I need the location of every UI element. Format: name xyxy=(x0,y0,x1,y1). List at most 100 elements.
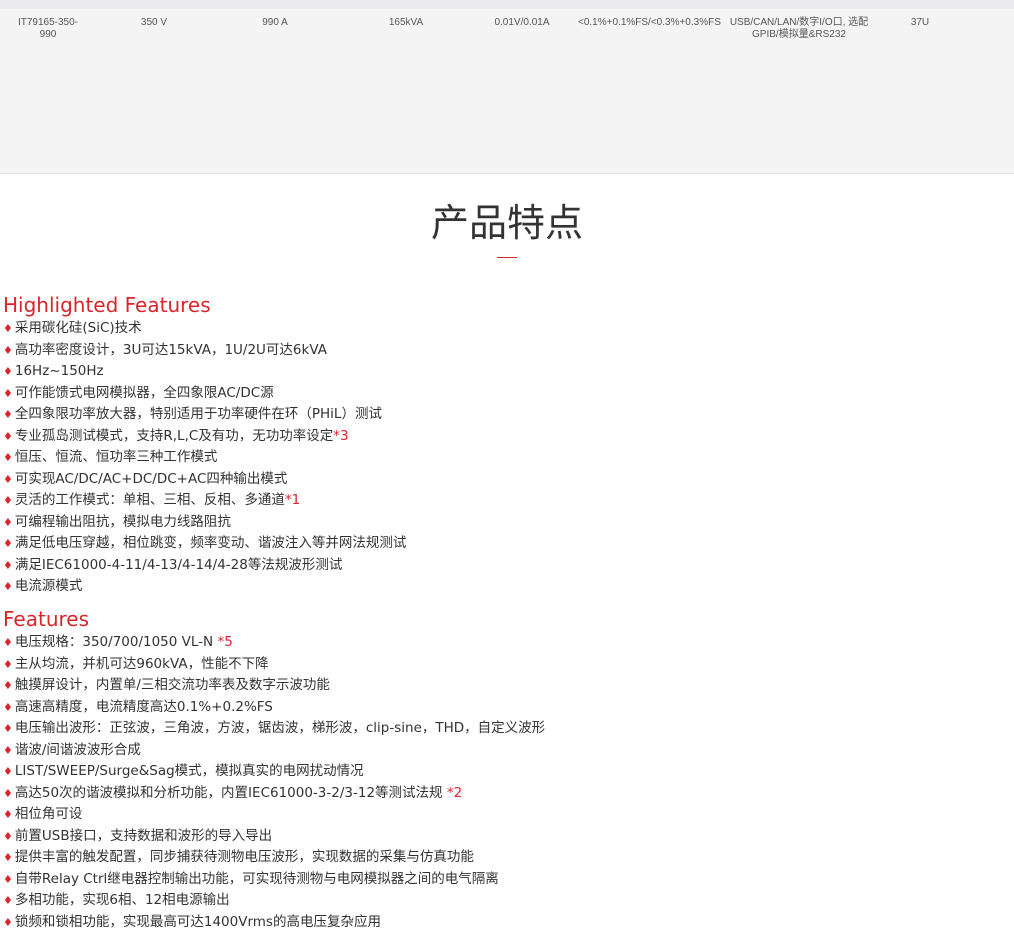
diamond-bullet-icon: ♦ xyxy=(3,473,13,486)
list-item-text: 触摸屏设计，内置单/三相交流功率表及数字示波功能 xyxy=(15,677,330,693)
list-item-text: 电流源模式 xyxy=(15,578,83,594)
diamond-bullet-icon: ♦ xyxy=(3,722,13,735)
list-item: ♦前置USB接口，支持数据和波形的导入导出 xyxy=(3,826,545,848)
diamond-bullet-icon: ♦ xyxy=(3,787,13,800)
list-item: ♦谐波/间谐波波形合成 xyxy=(3,740,545,762)
diamond-bullet-icon: ♦ xyxy=(3,408,13,421)
list-item: ♦可实现AC/DC/AC+DC/DC+AC四种输出模式 xyxy=(3,469,406,491)
list-item-text: 高达50次的谐波模拟和分析功能，内置IEC61000-3-2/3-12等测试法规 xyxy=(15,785,447,801)
diamond-bullet-icon: ♦ xyxy=(3,580,13,593)
list-item-text: 采用碳化硅(SiC)技术 xyxy=(15,320,142,336)
list-item: ♦多相功能，实现6相、12相电源输出 xyxy=(3,890,545,912)
diamond-bullet-icon: ♦ xyxy=(3,873,13,886)
cell-model: IT79165-350-990 xyxy=(10,17,86,41)
list-item-text: 可实现AC/DC/AC+DC/DC+AC四种输出模式 xyxy=(15,471,288,487)
spec-table-panel: IT79165-350-990 350 V 990 A 165kVA 0.01V… xyxy=(0,0,1014,174)
cell-accuracy: <0.1%+0.1%FS/<0.3%+0.3%FS xyxy=(578,17,700,29)
list-item-text: 自带Relay Ctrl继电器控制输出功能，可实现待测物与电网模拟器之间的电气隔… xyxy=(15,871,499,887)
cell-current: 990 A xyxy=(245,17,305,29)
list-item-text: 提供丰富的触发配置，同步捕获待测物电压波形，实现数据的采集与仿真功能 xyxy=(15,849,474,865)
footnote-marker: *1 xyxy=(285,492,300,508)
list-item: ♦恒压、恒流、恒功率三种工作模式 xyxy=(3,447,406,469)
list-item-text: 谐波/间谐波波形合成 xyxy=(15,742,141,758)
cell-power: 165kVA xyxy=(375,17,437,29)
highlighted-features-list: ♦采用碳化硅(SiC)技术♦高功率密度设计，3U可达15kVA，1U/2U可达6… xyxy=(3,318,406,598)
diamond-bullet-icon: ♦ xyxy=(3,387,13,400)
section-title: 产品特点 xyxy=(0,198,1014,248)
list-item-text: 高速高精度，电流精度高达0.1%+0.2%FS xyxy=(15,699,273,715)
list-item: ♦全四象限功率放大器，特别适用于功率硬件在环（PHiL）测试 xyxy=(3,404,406,426)
diamond-bullet-icon: ♦ xyxy=(3,765,13,778)
list-item-text: 高功率密度设计，3U可达15kVA，1U/2U可达6kVA xyxy=(15,342,327,358)
list-item-text: 前置USB接口，支持数据和波形的导入导出 xyxy=(15,828,272,844)
list-item: ♦满足IEC61000-4-11/4-13/4-14/4-28等法规波形测试 xyxy=(3,555,406,577)
cell-height: 37U xyxy=(904,17,936,29)
list-item-text: 满足低电压穿越，相位跳变，频率变动、谐波注入等并网法规测试 xyxy=(15,535,407,551)
list-item-text: 电压输出波形：正弦波，三角波，方波，锯齿波，梯形波，clip-sine，THD，… xyxy=(15,720,545,736)
list-item: ♦电流源模式 xyxy=(3,576,406,598)
list-item: ♦可作能馈式电网模拟器，全四象限AC/DC源 xyxy=(3,383,406,405)
diamond-bullet-icon: ♦ xyxy=(3,679,13,692)
list-item: ♦LIST/SWEEP/Surge&Sag模式，模拟真实的电网扰动情况 xyxy=(3,761,545,783)
list-item-text: 可作能馈式电网模拟器，全四象限AC/DC源 xyxy=(15,385,274,401)
list-item: ♦自带Relay Ctrl继电器控制输出功能，可实现待测物与电网模拟器之间的电气… xyxy=(3,869,545,891)
list-item-text: 满足IEC61000-4-11/4-13/4-14/4-28等法规波形测试 xyxy=(15,557,342,573)
title-underline xyxy=(497,257,517,258)
diamond-bullet-icon: ♦ xyxy=(3,494,13,507)
list-item: ♦高速高精度，电流精度高达0.1%+0.2%FS xyxy=(3,697,545,719)
list-item: ♦电压规格：350/700/1050 VL-N *5 xyxy=(3,632,545,654)
diamond-bullet-icon: ♦ xyxy=(3,559,13,572)
diamond-bullet-icon: ♦ xyxy=(3,658,13,671)
list-item: ♦主从均流，并机可达960kVA，性能不下降 xyxy=(3,654,545,676)
diamond-bullet-icon: ♦ xyxy=(3,744,13,757)
diamond-bullet-icon: ♦ xyxy=(3,365,13,378)
list-item: ♦锁频和锁相功能，实现最高可达1400Vrms的高电压复杂应用 xyxy=(3,912,545,933)
list-item: ♦满足低电压穿越，相位跳变，频率变动、谐波注入等并网法规测试 xyxy=(3,533,406,555)
diamond-bullet-icon: ♦ xyxy=(3,808,13,821)
diamond-bullet-icon: ♦ xyxy=(3,451,13,464)
diamond-bullet-icon: ♦ xyxy=(3,636,13,649)
list-item-text: 全四象限功率放大器，特别适用于功率硬件在环（PHiL）测试 xyxy=(15,406,382,422)
diamond-bullet-icon: ♦ xyxy=(3,537,13,550)
diamond-bullet-icon: ♦ xyxy=(3,916,13,929)
list-item: ♦触摸屏设计，内置单/三相交流功率表及数字示波功能 xyxy=(3,675,545,697)
list-item-text: 灵活的工作模式：单相、三相、反相、多通道 xyxy=(15,492,285,508)
diamond-bullet-icon: ♦ xyxy=(3,516,13,529)
cell-resolution: 0.01V/0.01A xyxy=(487,17,557,29)
cell-voltage: 350 V xyxy=(125,17,183,29)
list-item-text: 恒压、恒流、恒功率三种工作模式 xyxy=(15,449,218,465)
diamond-bullet-icon: ♦ xyxy=(3,894,13,907)
list-item: ♦采用碳化硅(SiC)技术 xyxy=(3,318,406,340)
features-heading: Features xyxy=(3,607,89,631)
list-item: ♦相位角可设 xyxy=(3,804,545,826)
list-item: ♦电压输出波形：正弦波，三角波，方波，锯齿波，梯形波，clip-sine，THD… xyxy=(3,718,545,740)
table-row: IT79165-350-990 350 V 990 A 165kVA 0.01V… xyxy=(0,17,1014,47)
list-item-text: LIST/SWEEP/Surge&Sag模式，模拟真实的电网扰动情况 xyxy=(15,763,364,779)
diamond-bullet-icon: ♦ xyxy=(3,851,13,864)
list-item-text: 主从均流，并机可达960kVA，性能不下降 xyxy=(15,656,269,672)
list-item-text: 相位角可设 xyxy=(15,806,83,822)
diamond-bullet-icon: ♦ xyxy=(3,322,13,335)
footnote-marker: *3 xyxy=(333,428,348,444)
list-item-text: 可编程输出阻抗，模拟电力线路阻抗 xyxy=(15,514,231,530)
features-list: ♦电压规格：350/700/1050 VL-N *5♦主从均流，并机可达960k… xyxy=(3,632,545,933)
highlighted-features-heading: Highlighted Features xyxy=(3,293,211,317)
list-item-text: 16Hz~150Hz xyxy=(15,363,104,379)
footnote-marker: *2 xyxy=(447,785,462,801)
list-item-text: 锁频和锁相功能，实现最高可达1400Vrms的高电压复杂应用 xyxy=(15,914,381,930)
list-item: ♦提供丰富的触发配置，同步捕获待测物电压波形，实现数据的采集与仿真功能 xyxy=(3,847,545,869)
list-item-text: 电压规格：350/700/1050 VL-N xyxy=(15,634,218,650)
list-item: ♦可编程输出阻抗，模拟电力线路阻抗 xyxy=(3,512,406,534)
cell-interfaces: USB/CAN/LAN/数字I/O口, 选配GPIB/模拟量&RS232 xyxy=(722,17,876,41)
list-item: ♦高达50次的谐波模拟和分析功能，内置IEC61000-3-2/3-12等测试法… xyxy=(3,783,545,805)
diamond-bullet-icon: ♦ xyxy=(3,344,13,357)
list-item: ♦16Hz~150Hz xyxy=(3,361,406,383)
footnote-marker: *5 xyxy=(217,634,232,650)
diamond-bullet-icon: ♦ xyxy=(3,830,13,843)
list-item-text: 专业孤岛测试模式，支持R,L,C及有功，无功功率设定 xyxy=(15,428,333,444)
diamond-bullet-icon: ♦ xyxy=(3,430,13,443)
list-item: ♦灵活的工作模式：单相、三相、反相、多通道*1 xyxy=(3,490,406,512)
list-item-text: 多相功能，实现6相、12相电源输出 xyxy=(15,892,230,908)
spec-table-header-strip xyxy=(0,0,1014,9)
list-item: ♦高功率密度设计，3U可达15kVA，1U/2U可达6kVA xyxy=(3,340,406,362)
